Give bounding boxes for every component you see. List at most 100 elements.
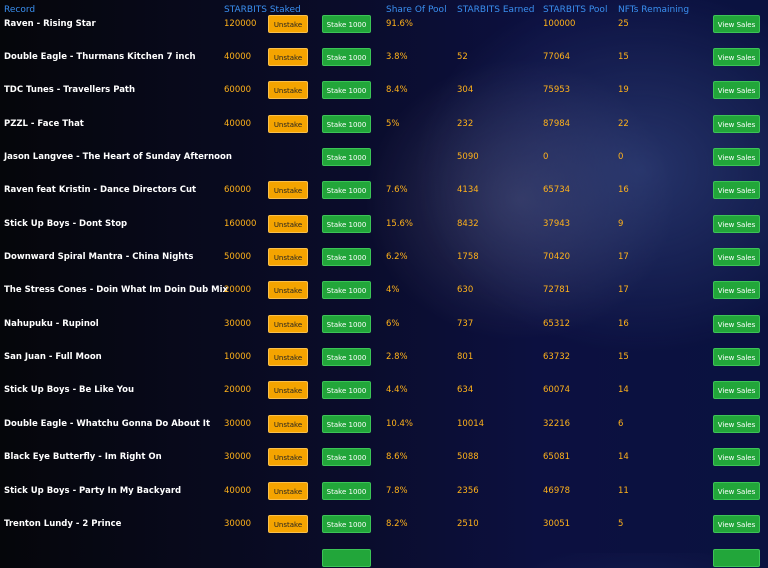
view-sales-button[interactable]: View Sales <box>713 81 760 99</box>
unstake-button[interactable]: Unstake <box>268 315 308 333</box>
share-of-pool: 6% <box>386 319 400 329</box>
record-title: PZZL - Face That <box>4 119 84 129</box>
starbits-earned: 1758 <box>457 252 479 262</box>
unstake-button[interactable]: Unstake <box>268 482 308 500</box>
starbits-pool: 87984 <box>543 119 571 129</box>
starbits-earned: 634 <box>457 385 474 395</box>
stake-1000-button[interactable]: Stake 1000 <box>322 115 371 133</box>
nfts-remaining: 5 <box>618 519 624 529</box>
starbits-earned: 232 <box>457 119 474 129</box>
starbits-earned: 8432 <box>457 219 479 229</box>
stake-1000-button[interactable]: Stake 1000 <box>322 515 371 533</box>
share-of-pool: 4% <box>386 285 400 295</box>
stake-1000-button[interactable]: Stake 1000 <box>322 315 371 333</box>
staked-amount: 20000 <box>224 385 252 395</box>
staked-amount: 30000 <box>224 452 252 462</box>
staked-amount: 30000 <box>224 319 252 329</box>
starbits-pool: 65312 <box>543 319 571 329</box>
table-row: Black Eye Butterfly - Im Right On 30000 Un… <box>0 447 768 467</box>
view-sales-button[interactable]: View Sales <box>713 15 760 33</box>
staked-amount: 120000 <box>224 19 257 29</box>
view-sales-button[interactable]: View Sales <box>713 248 760 266</box>
view-sales-button[interactable]: View Sales <box>713 315 760 333</box>
view-sales-button[interactable]: View Sales <box>713 415 760 433</box>
nfts-remaining: 14 <box>618 452 629 462</box>
stake-1000-button[interactable]: Stake 1000 <box>322 348 371 366</box>
stake-1000-button[interactable]: Stake 1000 <box>322 248 371 266</box>
view-sales-button[interactable]: View Sales <box>713 181 760 199</box>
stake-1000-button[interactable] <box>322 549 371 567</box>
starbits-pool: 65734 <box>543 185 571 195</box>
unstake-button[interactable]: Unstake <box>268 215 308 233</box>
unstake-button[interactable]: Unstake <box>268 181 308 199</box>
table-row: Double Eagle - Thurmans Kitchen 7 inch 40… <box>0 47 768 67</box>
view-sales-button[interactable]: View Sales <box>713 482 760 500</box>
stake-1000-button[interactable]: Stake 1000 <box>322 81 371 99</box>
nfts-remaining: 9 <box>618 219 624 229</box>
record-title: Stick Up Boys - Be Like You <box>4 385 135 395</box>
stake-1000-button[interactable]: Stake 1000 <box>322 48 371 66</box>
staked-amount: 40000 <box>224 486 252 496</box>
unstake-button[interactable]: Unstake <box>268 281 308 299</box>
unstake-button[interactable]: Unstake <box>268 348 308 366</box>
record-title: Trenton Lundy - 2 Prince <box>4 519 122 529</box>
record-title: Stick Up Boys - Party In My Backyard <box>4 486 182 496</box>
unstake-button[interactable]: Unstake <box>268 248 308 266</box>
record-title: Double Eagle - Thurmans Kitchen 7 inch <box>4 52 196 62</box>
view-sales-button[interactable]: View Sales <box>713 281 760 299</box>
share-of-pool: 3.8% <box>386 52 408 62</box>
unstake-button[interactable]: Unstake <box>268 81 308 99</box>
share-of-pool: 7.6% <box>386 185 408 195</box>
starbits-pool: 46978 <box>543 486 571 496</box>
unstake-button[interactable]: Unstake <box>268 415 308 433</box>
view-sales-button[interactable]: View Sales <box>713 348 760 366</box>
view-sales-button[interactable]: View Sales <box>713 48 760 66</box>
starbits-earned: 5088 <box>457 452 479 462</box>
stake-1000-button[interactable]: Stake 1000 <box>322 381 371 399</box>
share-of-pool: 91.6% <box>386 19 414 29</box>
table-row: Double Eagle - Whatchu Gonna Do About It… <box>0 414 768 434</box>
nfts-remaining: 16 <box>618 319 629 329</box>
unstake-button[interactable]: Unstake <box>268 115 308 133</box>
record-title: Nahupuku - Rupinol <box>4 319 99 329</box>
share-of-pool: 8.4% <box>386 85 408 95</box>
starbits-pool: 77064 <box>543 52 571 62</box>
staked-amount: 10000 <box>224 352 252 362</box>
unstake-button[interactable]: Unstake <box>268 515 308 533</box>
record-title: Raven - Rising Star <box>4 19 96 29</box>
share-of-pool: 15.6% <box>386 219 414 229</box>
staked-amount: 60000 <box>224 85 252 95</box>
starbits-pool: 63732 <box>543 352 571 362</box>
stake-1000-button[interactable]: Stake 1000 <box>322 448 371 466</box>
stake-1000-button[interactable]: Stake 1000 <box>322 181 371 199</box>
share-of-pool: 5% <box>386 119 400 129</box>
stake-1000-button[interactable]: Stake 1000 <box>322 148 371 166</box>
starbits-earned: 5090 <box>457 152 479 162</box>
view-sales-button[interactable] <box>713 549 760 567</box>
view-sales-button[interactable]: View Sales <box>713 515 760 533</box>
stake-1000-button[interactable]: Stake 1000 <box>322 15 371 33</box>
starbits-earned: 10014 <box>457 419 485 429</box>
view-sales-button[interactable]: View Sales <box>713 381 760 399</box>
unstake-button[interactable]: Unstake <box>268 448 308 466</box>
stake-1000-button[interactable]: Stake 1000 <box>322 215 371 233</box>
nfts-remaining: 17 <box>618 252 629 262</box>
stake-1000-button[interactable]: Stake 1000 <box>322 482 371 500</box>
nfts-remaining: 14 <box>618 385 629 395</box>
unstake-button[interactable]: Unstake <box>268 15 308 33</box>
staked-amount: 40000 <box>224 119 252 129</box>
nfts-remaining: 11 <box>618 486 629 496</box>
starbits-earned: 4134 <box>457 185 479 195</box>
stake-1000-button[interactable]: Stake 1000 <box>322 415 371 433</box>
view-sales-button[interactable]: View Sales <box>713 448 760 466</box>
starbits-pool: 65081 <box>543 452 571 462</box>
stake-1000-button[interactable]: Stake 1000 <box>322 281 371 299</box>
table-row: TDC Tunes - Travellers Path 60000 Unstake S… <box>0 80 768 100</box>
unstake-button[interactable]: Unstake <box>268 381 308 399</box>
view-sales-button[interactable]: View Sales <box>713 115 760 133</box>
staked-amount: 20000 <box>224 285 252 295</box>
unstake-button[interactable]: Unstake <box>268 48 308 66</box>
starbits-pool: 60074 <box>543 385 571 395</box>
view-sales-button[interactable]: View Sales <box>713 148 760 166</box>
view-sales-button[interactable]: View Sales <box>713 215 760 233</box>
